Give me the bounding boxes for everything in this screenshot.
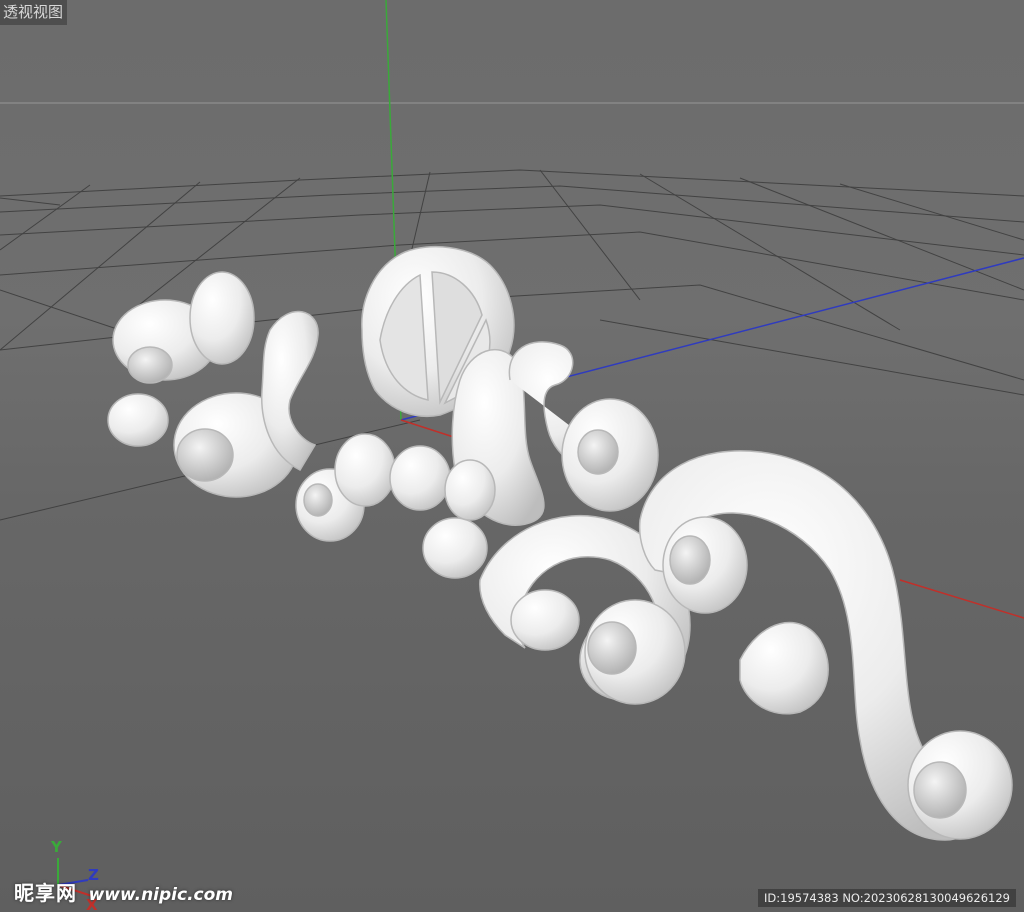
world-x-axis-far (899, 579, 1024, 619)
watermark-url: www.nipic.com (88, 885, 233, 905)
image-id-label: ID:19574383 NO:20230628130049626129 (758, 889, 1016, 907)
view-label[interactable]: 透视视图 (0, 0, 68, 25)
right-scroll-cluster[interactable] (479, 450, 1013, 841)
3d-scene[interactable]: Y Z X (0, 0, 1024, 912)
gizmo-y-label: Y (50, 838, 63, 856)
watermark: 昵享网 www.nipic.com (14, 877, 233, 906)
watermark-logo: 昵享网 (14, 881, 77, 905)
perspective-viewport[interactable]: Y Z X 透视视图 昵享网 www.nipic.com ID:19574383… (0, 0, 1024, 912)
ornament-model[interactable] (107, 246, 1013, 841)
